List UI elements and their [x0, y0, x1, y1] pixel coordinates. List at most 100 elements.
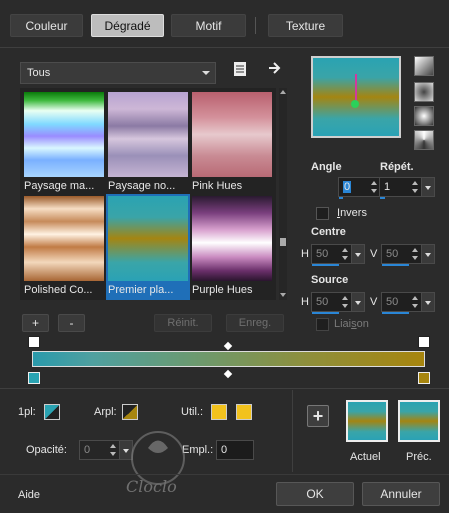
library-scrollbar[interactable] — [279, 88, 287, 300]
user-color-swatch[interactable] — [236, 404, 252, 420]
gradient-item-premier-plan[interactable]: Premier pla... — [106, 194, 190, 300]
chevron-down-icon[interactable] — [351, 245, 364, 263]
center-v-field[interactable]: 50 — [381, 244, 435, 266]
cancel-button[interactable]: Annuler — [362, 482, 440, 506]
chevron-down-icon[interactable] — [421, 178, 434, 196]
add-to-swatches-button[interactable]: + — [307, 405, 329, 427]
chevron-up-icon[interactable] — [280, 90, 286, 94]
stepper-arrows[interactable] — [412, 247, 421, 261]
chevron-down-icon — [202, 71, 210, 75]
sunburst-style-button[interactable] — [414, 130, 434, 150]
color-midpoint[interactable] — [223, 369, 233, 379]
gradient-swatch — [24, 92, 104, 177]
chevron-down-icon[interactable] — [421, 245, 434, 263]
invert-checkbox[interactable] — [316, 207, 329, 220]
center-v-slider[interactable] — [382, 264, 409, 266]
gradient-item-pink-hues[interactable]: Pink Hues — [190, 90, 274, 196]
repeat-label: Répét. — [380, 161, 414, 173]
repeat-value: 1 — [384, 181, 391, 193]
transparency-stop-start[interactable] — [28, 336, 40, 348]
location-value: 0 — [221, 444, 228, 456]
color-stop-end[interactable] — [418, 372, 430, 384]
angle-slider[interactable] — [339, 197, 343, 199]
add-gradient-button[interactable]: + — [22, 314, 49, 332]
tab-texture[interactable]: Texture — [268, 14, 343, 37]
source-h-slider[interactable] — [312, 312, 339, 314]
repeat-field[interactable]: 1 — [379, 177, 435, 199]
gradient-label: Paysage no... — [108, 180, 176, 192]
reset-button[interactable]: Réinit. — [154, 314, 212, 332]
gradient-swatch — [108, 92, 188, 177]
ok-button[interactable]: OK — [276, 482, 354, 506]
linear-style-button[interactable] — [414, 56, 434, 76]
gradient-swatch — [192, 196, 272, 281]
gradient-item-paysage-marin[interactable]: Paysage ma... — [22, 90, 106, 196]
center-handle[interactable] — [351, 100, 359, 108]
gradient-preview[interactable] — [311, 56, 401, 138]
scroll-thumb[interactable] — [280, 238, 286, 246]
footer-divider — [0, 474, 449, 475]
arrow-right-icon[interactable] — [268, 61, 282, 77]
chevron-down-icon[interactable] — [351, 293, 364, 311]
preview-divider — [292, 390, 293, 472]
gradient-swatch — [24, 196, 104, 281]
source-v-slider[interactable] — [382, 312, 409, 314]
link-label: Liaison — [334, 318, 369, 330]
stepper-arrows[interactable] — [342, 295, 351, 309]
current-preview-swatch[interactable] — [346, 400, 388, 442]
gradient-item-paysage-nocturne[interactable]: Paysage no... — [106, 90, 190, 196]
tab-degrade[interactable]: Dégradé — [91, 14, 164, 37]
center-h-field[interactable]: 50 — [311, 244, 365, 266]
user-stop-label: Util.: — [181, 406, 203, 418]
source-h-field[interactable]: 50 — [311, 292, 365, 314]
radial-style-button[interactable] — [414, 106, 434, 126]
gradient-editor-bar[interactable] — [32, 351, 425, 367]
chevron-down-icon[interactable] — [421, 293, 434, 311]
tab-separator — [255, 17, 256, 34]
tab-couleur[interactable]: Couleur — [10, 14, 83, 37]
transparency-stop-end[interactable] — [418, 336, 430, 348]
transparency-midpoint[interactable] — [223, 341, 233, 351]
rectangular-style-button[interactable] — [414, 82, 434, 102]
source-h-label: H — [301, 296, 309, 308]
chevron-down-icon[interactable] — [280, 293, 286, 297]
gradient-label: Purple Hues — [192, 284, 253, 296]
source-h-value: 50 — [316, 296, 329, 308]
gradient-label: Polished Co... — [24, 284, 93, 296]
center-h-slider[interactable] — [312, 264, 339, 266]
category-select[interactable]: Tous — [20, 62, 216, 84]
gradient-label: Premier pla... — [108, 284, 174, 296]
current-label: Actuel — [350, 451, 381, 463]
opacity-label: Opacité: — [26, 444, 67, 456]
source-v-label: V — [370, 296, 378, 308]
location-field[interactable]: 0 — [216, 440, 254, 460]
center-h-label: H — [301, 248, 309, 260]
gradient-label: Pink Hues — [192, 180, 243, 192]
angle-label: Angle — [311, 161, 342, 173]
user-stop-swatch[interactable] — [211, 404, 227, 420]
background-stop-swatch[interactable] — [122, 404, 138, 420]
gradient-item-polished-copper[interactable]: Polished Co... — [22, 194, 106, 300]
source-label: Source — [311, 274, 349, 286]
header-divider — [0, 47, 449, 48]
remove-gradient-button[interactable]: - — [58, 314, 85, 332]
save-button[interactable]: Enreg. — [226, 314, 284, 332]
help-link[interactable]: Aide — [18, 489, 40, 501]
gradient-item-purple-hues[interactable]: Purple Hues — [190, 194, 274, 300]
gradient-label: Paysage ma... — [24, 180, 95, 192]
repeat-slider[interactable] — [380, 197, 385, 199]
foreground-stop-swatch[interactable] — [44, 404, 60, 420]
stepper-arrows[interactable] — [412, 180, 421, 194]
link-checkbox[interactable] — [316, 318, 329, 331]
editor-divider — [0, 388, 449, 389]
source-v-field[interactable]: 50 — [381, 292, 435, 314]
previous-label: Préc. — [406, 451, 432, 463]
tab-motif[interactable]: Motif — [171, 14, 246, 37]
invert-label: Invers — [337, 207, 367, 219]
color-stop-start[interactable] — [28, 372, 40, 384]
center-v-value: 50 — [386, 248, 399, 260]
stepper-arrows[interactable] — [342, 247, 351, 261]
stepper-arrows[interactable] — [412, 295, 421, 309]
gradient-menu-icon[interactable] — [233, 61, 247, 77]
previous-preview-swatch[interactable] — [398, 400, 440, 442]
